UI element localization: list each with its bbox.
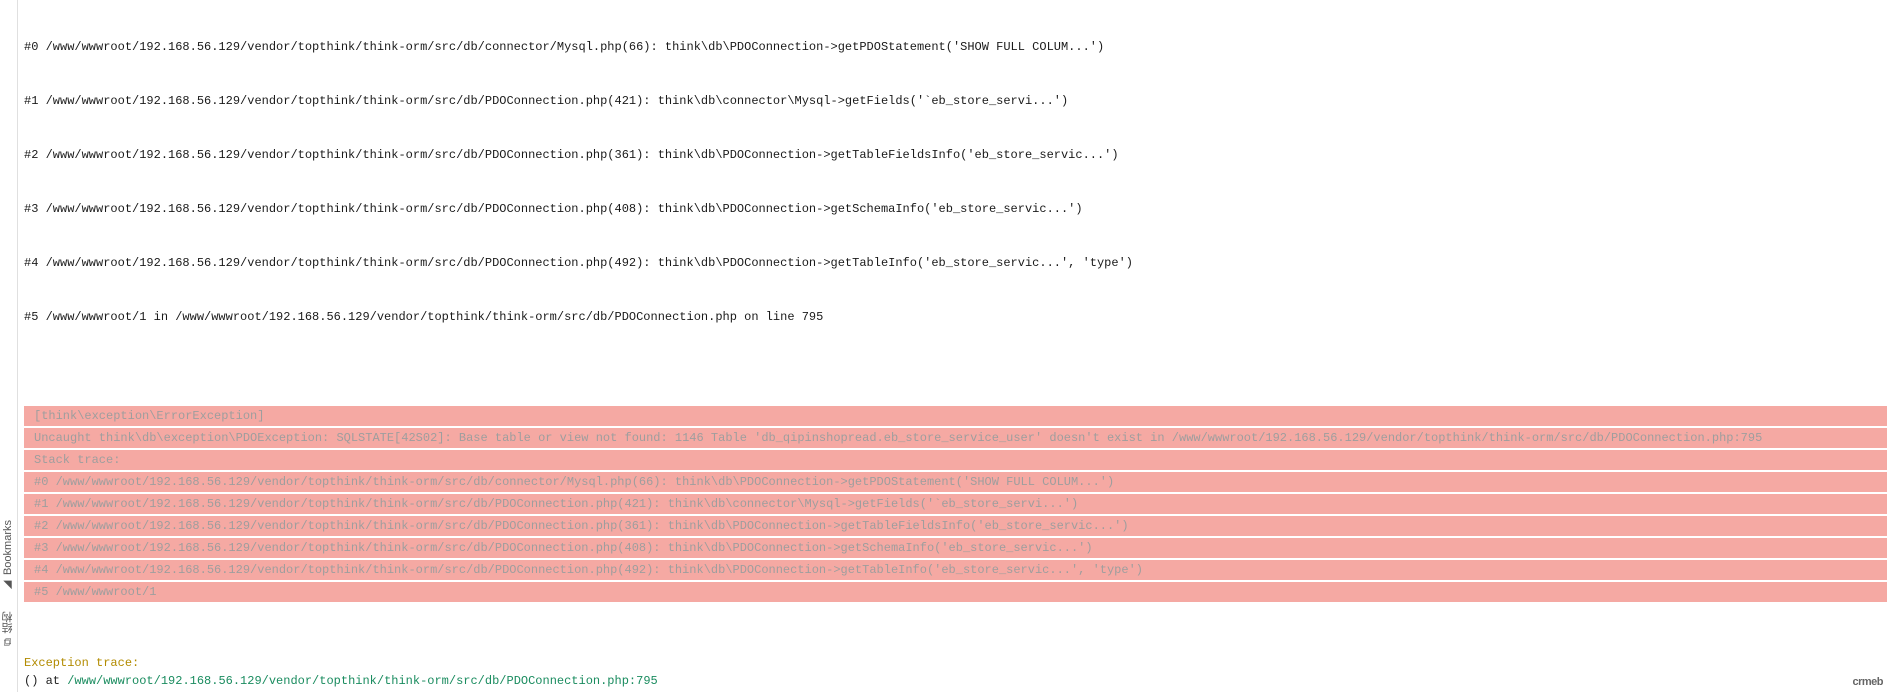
structure-icon: ⧉ <box>0 638 17 646</box>
error-line[interactable]: #2 /www/wwwroot/192.168.56.129/vendor/to… <box>24 516 1887 536</box>
tool-window-structure[interactable]: ⧉ 结构 <box>0 606 19 652</box>
error-line[interactable]: Stack trace: <box>24 450 1887 470</box>
stack-line[interactable]: #5 /www/wwwroot/1 in /www/wwwroot/192.16… <box>24 308 1887 326</box>
stack-trace-top: #0 /www/wwwroot/192.168.56.129/vendor/to… <box>20 0 1891 364</box>
tool-window-label: 结构 <box>0 612 17 634</box>
error-line[interactable]: #0 /www/wwwroot/192.168.56.129/vendor/to… <box>24 472 1887 492</box>
bookmark-icon: ◣ <box>0 579 17 592</box>
error-line[interactable]: Uncaught think\db\exception\PDOException… <box>24 428 1887 448</box>
stack-line[interactable]: #2 /www/wwwroot/192.168.56.129/vendor/to… <box>24 146 1887 164</box>
error-line[interactable]: #5 /www/wwwroot/1 <box>24 582 1887 602</box>
highlighted-error-block: [think\exception\ErrorException] Uncaugh… <box>20 404 1891 606</box>
brand-label: crmeb <box>1852 674 1883 691</box>
stack-line[interactable]: #3 /www/wwwroot/192.168.56.129/vendor/to… <box>24 200 1887 218</box>
error-line[interactable]: #1 /www/wwwroot/192.168.56.129/vendor/to… <box>24 494 1887 514</box>
error-line[interactable]: #3 /www/wwwroot/192.168.56.129/vendor/to… <box>24 538 1887 558</box>
exception-at-prefix: () at <box>24 674 67 688</box>
stack-line[interactable]: #4 /www/wwwroot/192.168.56.129/vendor/to… <box>24 254 1887 272</box>
stack-line[interactable]: #1 /www/wwwroot/192.168.56.129/vendor/to… <box>24 92 1887 110</box>
exception-file-link[interactable]: /www/wwwroot/192.168.56.129/vendor/topth… <box>67 674 658 688</box>
console-content: #0 /www/wwwroot/192.168.56.129/vendor/to… <box>18 0 1891 692</box>
error-line[interactable]: [think\exception\ErrorException] <box>24 406 1887 426</box>
stack-line[interactable]: #0 /www/wwwroot/192.168.56.129/vendor/to… <box>24 38 1887 56</box>
ide-left-gutter: ◣ Bookmarks ⧉ 结构 <box>0 0 18 692</box>
exception-trace: Exception trace: () at /www/wwwroot/192.… <box>24 654 658 690</box>
error-line[interactable]: #4 /www/wwwroot/192.168.56.129/vendor/to… <box>24 560 1887 580</box>
exception-trace-title: Exception trace: <box>24 654 658 672</box>
tool-window-label: Bookmarks <box>0 520 17 575</box>
